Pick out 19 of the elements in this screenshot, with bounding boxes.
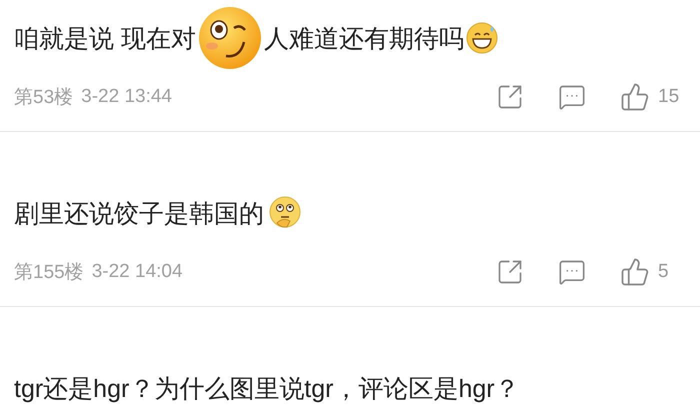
like-icon[interactable]	[620, 82, 650, 112]
comment-icon[interactable]	[558, 83, 586, 111]
comment-text: 剧里还说饺子是韩国的	[14, 198, 264, 230]
like-count: 15	[658, 86, 680, 108]
grinning-sweat-emoji-icon	[466, 22, 498, 54]
floor-number: 第53楼	[14, 86, 74, 110]
comment-icon[interactable]	[558, 258, 586, 286]
comment-text: tgr还是hgr？为什么图里说tgr，评论区是hgr？	[14, 374, 520, 404]
share-icon[interactable]	[496, 258, 524, 286]
winking-sticker-icon	[198, 6, 262, 70]
like-count: 5	[658, 261, 670, 283]
share-icon[interactable]	[496, 83, 524, 111]
comment-date: 3-22 13:44	[81, 86, 172, 108]
comment-text: 人难道还有期待吗	[264, 24, 464, 54]
floor-number: 第155楼	[14, 261, 84, 285]
comment-date: 3-22 14:04	[92, 261, 183, 283]
comment-text: 咱就是说 现在对	[14, 24, 196, 54]
like-icon[interactable]	[620, 257, 650, 287]
thinking-emoji-icon	[268, 196, 302, 230]
